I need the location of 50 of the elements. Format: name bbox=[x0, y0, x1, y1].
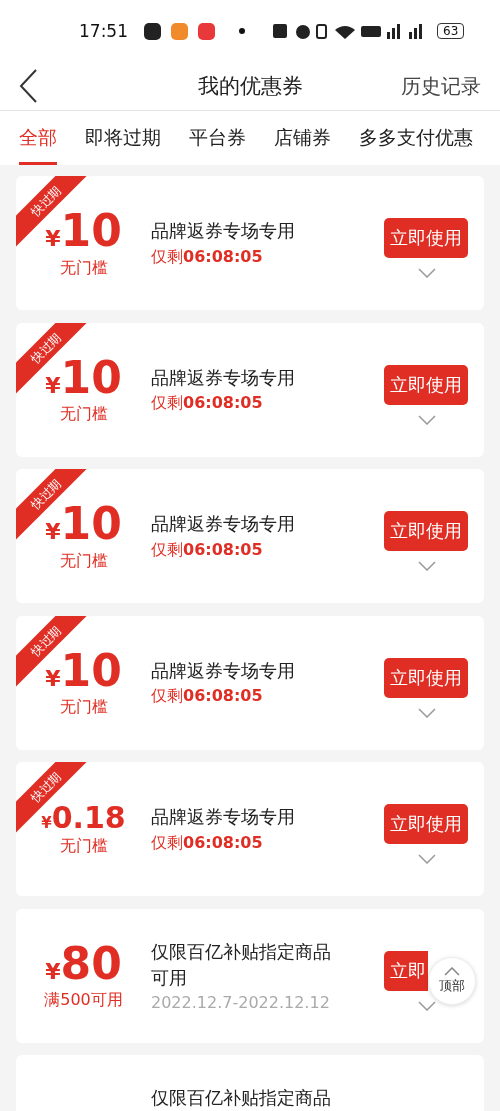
battery-level: 63 bbox=[437, 23, 465, 39]
status-time: 17:51 bbox=[79, 21, 128, 41]
notification-dot bbox=[239, 28, 245, 34]
use-now-button[interactable]: 立即使用 bbox=[384, 804, 468, 844]
coupon-amount: ¥0.18 bbox=[41, 801, 126, 834]
use-now-button[interactable]: 立即使用 bbox=[384, 511, 468, 551]
use-now-button[interactable]: 立即使用 bbox=[384, 218, 468, 258]
tab[interactable]: 多多支付优惠 bbox=[359, 111, 473, 165]
coupon-condition: 满500可用 bbox=[44, 990, 123, 1012]
use-now-button[interactable]: 立即使用 bbox=[384, 364, 468, 405]
app-icon bbox=[171, 22, 188, 40]
chevron-down-icon[interactable] bbox=[418, 854, 436, 864]
coupon-title: 品牌返券专场专用 bbox=[151, 658, 296, 683]
coupon-condition: 无门槛 bbox=[59, 257, 108, 279]
history-link[interactable]: 历史记录 bbox=[401, 72, 481, 100]
coupon-condition: 无门槛 bbox=[59, 697, 108, 719]
use-now-button[interactable]: 立即 bbox=[384, 950, 428, 991]
coupon-title: 品牌返券专场专用 bbox=[151, 219, 296, 244]
countdown-text: 仅剩06:08:05 bbox=[151, 393, 264, 415]
app-icon bbox=[144, 22, 161, 40]
coupon-condition: 无门槛 bbox=[59, 836, 108, 857]
tab[interactable]: 即将过期 bbox=[85, 111, 161, 165]
countdown-text: 仅剩06:08:05 bbox=[151, 832, 264, 854]
chevron-down-icon[interactable] bbox=[418, 1000, 436, 1011]
tab[interactable]: 平台券 bbox=[189, 111, 246, 165]
coupon-title: 品牌返券专场专用 bbox=[151, 365, 296, 390]
app-icon bbox=[198, 22, 215, 40]
countdown-text: 仅剩06:08:05 bbox=[151, 539, 264, 561]
chevron-down-icon[interactable] bbox=[418, 414, 436, 425]
coupon-title: 仅限百亿补贴指定商品 bbox=[151, 1086, 332, 1110]
chevron-up-icon bbox=[444, 967, 460, 976]
coupon-title: 仅限百亿补贴指定商品可用 bbox=[151, 940, 332, 990]
tab[interactable]: 全部 bbox=[19, 111, 57, 165]
validity-dates: 2022.12.7-2022.12.12 bbox=[151, 992, 331, 1012]
back-button[interactable] bbox=[18, 68, 40, 104]
chevron-down-icon[interactable] bbox=[418, 707, 436, 718]
countdown-text: 仅剩06:08:05 bbox=[151, 246, 264, 268]
coupon-title: 品牌返券专场专用 bbox=[151, 805, 296, 830]
use-now-button[interactable]: 立即使用 bbox=[384, 657, 468, 698]
tab[interactable]: 店铺券 bbox=[274, 111, 331, 165]
page-title: 我的优惠券 bbox=[197, 73, 303, 100]
countdown-text: 仅剩06:08:05 bbox=[151, 686, 264, 708]
coupon-amount: ¥80 bbox=[45, 939, 122, 989]
chevron-down-icon[interactable] bbox=[418, 268, 436, 278]
coupon-amount: ¥10 bbox=[45, 500, 122, 549]
chevron-down-icon[interactable] bbox=[418, 561, 436, 571]
coupon-condition: 无门槛 bbox=[59, 550, 108, 572]
coupon-condition: 无门槛 bbox=[59, 404, 108, 426]
coupon-amount: ¥10 bbox=[45, 207, 122, 256]
coupon-title: 品牌返券专场专用 bbox=[151, 512, 296, 537]
